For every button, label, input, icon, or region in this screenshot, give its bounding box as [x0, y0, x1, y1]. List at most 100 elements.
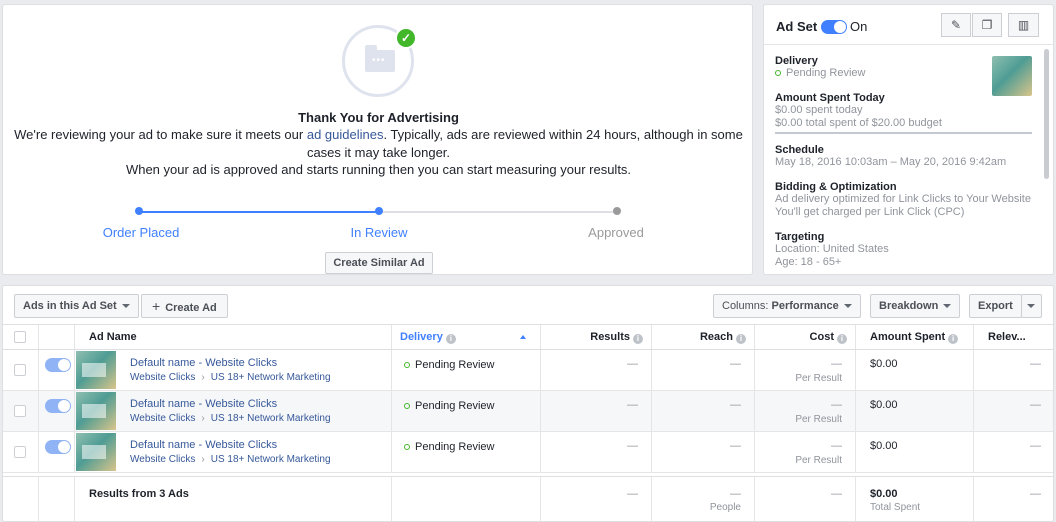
targeting-heading: Targeting: [775, 231, 825, 243]
delivery-status: Pending Review: [775, 67, 1037, 80]
amount-spent-value: $0.00: [870, 399, 898, 411]
ad-name-link[interactable]: Default name - Website Clicks: [130, 357, 277, 369]
edit-icon[interactable]: ✎: [941, 13, 971, 37]
table-cell: [755, 432, 856, 472]
delivery-status-text: Pending Review: [415, 359, 495, 371]
select-all-checkbox[interactable]: [14, 331, 26, 343]
info-icon[interactable]: i: [837, 334, 847, 344]
table-row: Default name - Website Clicks Website Cli…: [3, 432, 1053, 473]
create-ad-label: Create Ad: [165, 302, 217, 314]
ads-in-adset-label: Ads in this Ad Set: [23, 300, 117, 312]
header-delivery[interactable]: Delivery i: [392, 325, 541, 349]
adset-toggle-state: On: [850, 19, 868, 34]
chevron-right-icon: ›: [201, 413, 205, 424]
reach-value: —: [730, 399, 741, 411]
ad-adset-link[interactable]: US 18+ Network Marketing: [211, 454, 331, 465]
columns-dropdown[interactable]: Columns: Performance: [713, 294, 861, 318]
spent-total: $0.00 total spent of $20.00 budget: [775, 117, 942, 129]
ad-toggle[interactable]: [45, 399, 71, 413]
bidding-line-2: You'll get charged per Link Click (CPC): [775, 206, 965, 218]
info-icon[interactable]: i: [948, 334, 959, 344]
step-label-in-review: In Review: [350, 225, 408, 240]
step-dot-order-placed: [135, 207, 143, 215]
ad-guidelines-link[interactable]: ad guidelines: [307, 127, 384, 142]
header-amount-spent-label: Amount Spent: [870, 331, 946, 343]
status-dot-icon: [404, 362, 410, 368]
export-dropdown[interactable]: [1021, 294, 1042, 318]
header-delivery-label: Delivery: [400, 331, 443, 343]
confirmation-message: We're reviewing your ad to make sure it …: [3, 126, 754, 162]
totals-relevance: —: [1030, 488, 1041, 500]
targeting-age: Age: 18 - 65+: [775, 256, 842, 268]
table-cell: [974, 350, 1053, 390]
adset-toggle[interactable]: [821, 20, 847, 34]
status-dot-icon: [404, 444, 410, 450]
export-button[interactable]: Export: [969, 294, 1022, 318]
status-dot-icon: [404, 403, 410, 409]
ad-adset-link[interactable]: US 18+ Network Marketing: [211, 413, 331, 424]
ad-name-link[interactable]: Default name - Website Clicks: [130, 398, 277, 410]
table-cell: [755, 350, 856, 390]
delivery-status-text: Pending Review: [415, 441, 495, 453]
delete-icon[interactable]: ▥: [1008, 13, 1039, 37]
chevron-right-icon: ›: [201, 454, 205, 465]
step-label-order-placed: Order Placed: [102, 225, 180, 240]
header-results[interactable]: Results i: [541, 325, 652, 349]
row-checkbox[interactable]: [14, 364, 26, 376]
header-ad-name[interactable]: Ad Name: [75, 325, 392, 349]
ad-toggle[interactable]: [45, 358, 71, 372]
ad-toggle[interactable]: [45, 440, 71, 454]
ad-objective-link[interactable]: Website Clicks: [130, 413, 195, 424]
table-cell: [755, 391, 856, 431]
delivery-status: Pending Review: [404, 441, 495, 453]
row-checkbox[interactable]: [14, 446, 26, 458]
delivery-status-text: Pending Review: [415, 400, 495, 412]
ad-thumbnail: [76, 433, 116, 471]
table-cell: [75, 391, 392, 431]
adset-panel: Ad Set On ✎ ❐ ▥ Delivery Pending Review …: [763, 4, 1054, 275]
table-cell: [974, 391, 1053, 431]
create-similar-ad-button[interactable]: Create Similar Ad: [325, 252, 433, 274]
table-cell: [652, 350, 755, 390]
table-cell: [856, 391, 974, 431]
info-icon[interactable]: i: [445, 334, 456, 344]
sort-ascending-icon: [520, 335, 526, 339]
cost-per-result-label: Per Result: [795, 414, 842, 425]
ad-name-link[interactable]: Default name - Website Clicks: [130, 439, 277, 451]
header-cost-label: Cost: [809, 331, 834, 343]
adset-scrollbar[interactable]: [1044, 49, 1049, 179]
header-reach-label: Reach: [699, 331, 733, 343]
header-relevance[interactable]: Relev...: [974, 325, 1053, 349]
reach-value: —: [730, 358, 741, 370]
info-icon[interactable]: i: [633, 334, 643, 344]
budget-bar: [775, 132, 1032, 134]
chevron-down-icon: [843, 304, 852, 308]
columns-value: Performance: [771, 300, 839, 312]
checkmark-icon: ✓: [395, 27, 417, 49]
duplicate-icon[interactable]: ❐: [972, 13, 1002, 37]
row-checkbox[interactable]: [14, 405, 26, 417]
table-header-row: Ad Name Delivery i Results i Reach i Cost i …: [3, 324, 1053, 350]
cost-value: —: [831, 358, 842, 370]
table-cell: [652, 391, 755, 431]
relevance-value: —: [1030, 399, 1041, 411]
create-ad-button[interactable]: + Create Ad: [141, 294, 228, 318]
ads-in-adset-dropdown[interactable]: Ads in this Ad Set: [14, 294, 139, 318]
breakdown-dropdown[interactable]: Breakdown: [870, 294, 961, 318]
cost-per-result-label: Per Result: [795, 373, 842, 384]
breakdown-label: Breakdown: [879, 300, 939, 312]
confirmation-message-2: When your ad is approved and starts runn…: [125, 162, 632, 177]
delivery-status: Pending Review: [404, 359, 495, 371]
header-reach[interactable]: Reach i: [652, 325, 755, 349]
bidding-line-1: Ad delivery optimized for Link Clicks to…: [775, 193, 1031, 205]
relevance-value: —: [1030, 358, 1041, 370]
info-icon[interactable]: i: [736, 334, 746, 344]
ad-adset-link[interactable]: US 18+ Network Marketing: [211, 372, 331, 383]
header-cost[interactable]: Cost i: [755, 325, 856, 349]
status-dot-icon: [775, 70, 781, 76]
ad-objective-link[interactable]: Website Clicks: [130, 454, 195, 465]
ad-objective-link[interactable]: Website Clicks: [130, 372, 195, 383]
header-amount-spent[interactable]: Amount Spent i: [856, 325, 974, 349]
table-cell: [39, 477, 75, 521]
ad-breadcrumb: Website Clicks › US 18+ Network Marketing: [130, 454, 331, 465]
